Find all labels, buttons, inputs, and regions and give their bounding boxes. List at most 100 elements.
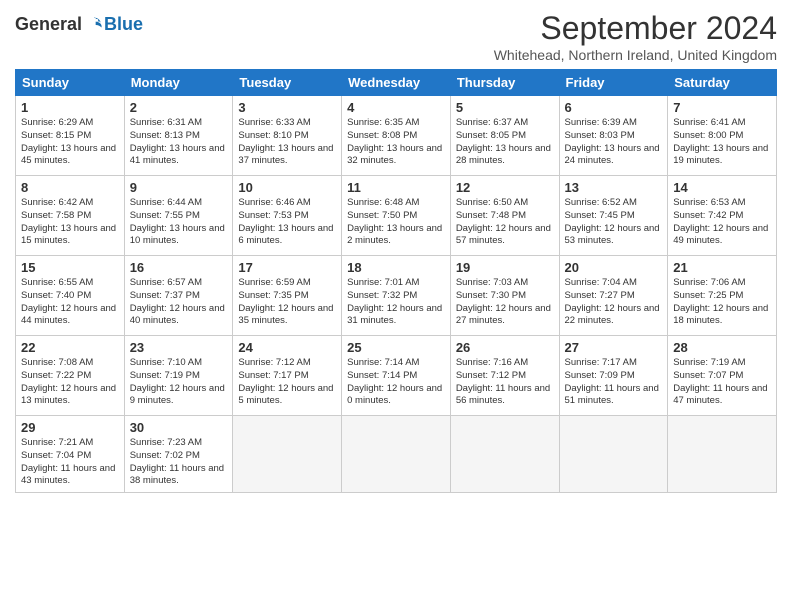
location-subtitle: Whitehead, Northern Ireland, United King… xyxy=(494,47,777,63)
table-row: 16 Sunrise: 6:57 AMSunset: 7:37 PMDayligh… xyxy=(124,256,233,336)
table-row: 30 Sunrise: 7:23 AMSunset: 7:02 PMDayligh… xyxy=(124,416,233,493)
day-number: 29 xyxy=(21,420,119,435)
cell-info: Sunrise: 7:14 AMSunset: 7:14 PMDaylight:… xyxy=(347,357,445,408)
table-row: 28 Sunrise: 7:19 AMSunset: 7:07 PMDayligh… xyxy=(668,336,777,416)
col-sunday: Sunday xyxy=(16,70,125,96)
title-area: September 2024 Whitehead, Northern Irela… xyxy=(494,10,777,63)
table-row: 3 Sunrise: 6:33 AMSunset: 8:10 PMDaylight… xyxy=(233,96,342,176)
day-number: 23 xyxy=(130,340,228,355)
cell-info: Sunrise: 6:35 AMSunset: 8:08 PMDaylight:… xyxy=(347,117,445,168)
cell-info: Sunrise: 6:39 AMSunset: 8:03 PMDaylight:… xyxy=(565,117,663,168)
cell-info: Sunrise: 6:53 AMSunset: 7:42 PMDaylight:… xyxy=(673,197,771,248)
col-thursday: Thursday xyxy=(450,70,559,96)
day-number: 22 xyxy=(21,340,119,355)
cell-info: Sunrise: 6:41 AMSunset: 8:00 PMDaylight:… xyxy=(673,117,771,168)
table-row: 8Sunrise: 6:42 AMSunset: 7:58 PMDaylight… xyxy=(16,176,125,256)
day-number: 28 xyxy=(673,340,771,355)
cell-info: Sunrise: 6:50 AMSunset: 7:48 PMDaylight:… xyxy=(456,197,554,248)
cell-info: Sunrise: 6:37 AMSunset: 8:05 PMDaylight:… xyxy=(456,117,554,168)
day-number: 26 xyxy=(456,340,554,355)
table-row xyxy=(559,416,668,493)
col-saturday: Saturday xyxy=(668,70,777,96)
day-number: 24 xyxy=(238,340,336,355)
day-number: 15 xyxy=(21,260,119,275)
day-number: 21 xyxy=(673,260,771,275)
calendar-header-row: Sunday Monday Tuesday Wednesday Thursday… xyxy=(16,70,777,96)
table-row: 15 Sunrise: 6:55 AMSunset: 7:40 PMDayligh… xyxy=(16,256,125,336)
cell-info: Sunrise: 7:08 AMSunset: 7:22 PMDaylight:… xyxy=(21,357,119,408)
logo-bird-icon xyxy=(84,15,104,35)
table-row: 26 Sunrise: 7:16 AMSunset: 7:12 PMDayligh… xyxy=(450,336,559,416)
day-number: 11 xyxy=(347,180,445,195)
table-row: 17 Sunrise: 6:59 AMSunset: 7:35 PMDayligh… xyxy=(233,256,342,336)
day-number: 19 xyxy=(456,260,554,275)
cell-info: Sunrise: 7:16 AMSunset: 7:12 PMDaylight:… xyxy=(456,357,554,408)
table-row: 11 Sunrise: 6:48 AMSunset: 7:50 PMDayligh… xyxy=(342,176,451,256)
table-row: 20 Sunrise: 7:04 AMSunset: 7:27 PMDayligh… xyxy=(559,256,668,336)
cell-info: Sunrise: 7:19 AMSunset: 7:07 PMDaylight:… xyxy=(673,357,771,408)
cell-info: Sunrise: 6:33 AMSunset: 8:10 PMDaylight:… xyxy=(238,117,336,168)
table-row: 25 Sunrise: 7:14 AMSunset: 7:14 PMDayligh… xyxy=(342,336,451,416)
cell-info: Sunrise: 7:10 AMSunset: 7:19 PMDaylight:… xyxy=(130,357,228,408)
cell-info: Sunrise: 6:48 AMSunset: 7:50 PMDaylight:… xyxy=(347,197,445,248)
day-number: 5 xyxy=(456,100,554,115)
table-row xyxy=(450,416,559,493)
day-number: 12 xyxy=(456,180,554,195)
day-number: 9 xyxy=(130,180,228,195)
cell-info: Sunrise: 7:21 AMSunset: 7:04 PMDaylight:… xyxy=(21,437,119,488)
table-row: 5 Sunrise: 6:37 AMSunset: 8:05 PMDaylight… xyxy=(450,96,559,176)
cell-info: Sunrise: 6:44 AMSunset: 7:55 PMDaylight:… xyxy=(130,197,228,248)
table-row: 19Sunrise: 7:03 AMSunset: 7:30 PMDayligh… xyxy=(450,256,559,336)
table-row xyxy=(233,416,342,493)
calendar-table: Sunday Monday Tuesday Wednesday Thursday… xyxy=(15,69,777,493)
day-number: 7 xyxy=(673,100,771,115)
col-monday: Monday xyxy=(124,70,233,96)
col-friday: Friday xyxy=(559,70,668,96)
table-row: 29 Sunrise: 7:21 AMSunset: 7:04 PMDayligh… xyxy=(16,416,125,493)
table-row: 24Sunrise: 7:12 AMSunset: 7:17 PMDayligh… xyxy=(233,336,342,416)
day-number: 3 xyxy=(238,100,336,115)
table-row: 21 Sunrise: 7:06 AMSunset: 7:25 PMDayligh… xyxy=(668,256,777,336)
cell-info: Sunrise: 6:57 AMSunset: 7:37 PMDaylight:… xyxy=(130,277,228,328)
cell-info: Sunrise: 6:55 AMSunset: 7:40 PMDaylight:… xyxy=(21,277,119,328)
day-number: 4 xyxy=(347,100,445,115)
table-row: 14 Sunrise: 6:53 AMSunset: 7:42 PMDayligh… xyxy=(668,176,777,256)
cell-info: Sunrise: 6:46 AMSunset: 7:53 PMDaylight:… xyxy=(238,197,336,248)
cell-info: Sunrise: 7:01 AMSunset: 7:32 PMDaylight:… xyxy=(347,277,445,328)
month-title: September 2024 xyxy=(494,10,777,47)
table-row xyxy=(668,416,777,493)
table-row: 27 Sunrise: 7:17 AMSunset: 7:09 PMDayligh… xyxy=(559,336,668,416)
cell-info: Sunrise: 6:59 AMSunset: 7:35 PMDaylight:… xyxy=(238,277,336,328)
table-row: 23 Sunrise: 7:10 AMSunset: 7:19 PMDayligh… xyxy=(124,336,233,416)
table-row: 2Sunrise: 6:31 AMSunset: 8:13 PMDaylight… xyxy=(124,96,233,176)
day-number: 6 xyxy=(565,100,663,115)
cell-info: Sunrise: 6:31 AMSunset: 8:13 PMDaylight:… xyxy=(130,117,228,168)
logo: General Blue xyxy=(15,14,143,35)
cell-info: Sunrise: 7:06 AMSunset: 7:25 PMDaylight:… xyxy=(673,277,771,328)
col-tuesday: Tuesday xyxy=(233,70,342,96)
day-number: 30 xyxy=(130,420,228,435)
day-number: 14 xyxy=(673,180,771,195)
table-row: 6 Sunrise: 6:39 AMSunset: 8:03 PMDaylight… xyxy=(559,96,668,176)
table-row: 9 Sunrise: 6:44 AMSunset: 7:55 PMDaylight… xyxy=(124,176,233,256)
day-number: 16 xyxy=(130,260,228,275)
day-number: 25 xyxy=(347,340,445,355)
col-wednesday: Wednesday xyxy=(342,70,451,96)
table-row: 12 Sunrise: 6:50 AMSunset: 7:48 PMDayligh… xyxy=(450,176,559,256)
header-area: General Blue September 2024 Whitehead, N… xyxy=(15,10,777,63)
cell-info: Sunrise: 7:17 AMSunset: 7:09 PMDaylight:… xyxy=(565,357,663,408)
table-row: 18 Sunrise: 7:01 AMSunset: 7:32 PMDayligh… xyxy=(342,256,451,336)
table-row: 7 Sunrise: 6:41 AMSunset: 8:00 PMDaylight… xyxy=(668,96,777,176)
cell-info: Sunrise: 7:04 AMSunset: 7:27 PMDaylight:… xyxy=(565,277,663,328)
day-number: 18 xyxy=(347,260,445,275)
day-number: 8 xyxy=(21,180,119,195)
logo-general-text: General xyxy=(15,14,82,35)
day-number: 17 xyxy=(238,260,336,275)
day-number: 27 xyxy=(565,340,663,355)
day-number: 20 xyxy=(565,260,663,275)
cell-info: Sunrise: 7:23 AMSunset: 7:02 PMDaylight:… xyxy=(130,437,228,488)
day-number: 1 xyxy=(21,100,119,115)
cell-info: Sunrise: 6:52 AMSunset: 7:45 PMDaylight:… xyxy=(565,197,663,248)
cell-info: Sunrise: 6:29 AMSunset: 8:15 PMDaylight:… xyxy=(21,117,119,168)
table-row: 4 Sunrise: 6:35 AMSunset: 8:08 PMDaylight… xyxy=(342,96,451,176)
